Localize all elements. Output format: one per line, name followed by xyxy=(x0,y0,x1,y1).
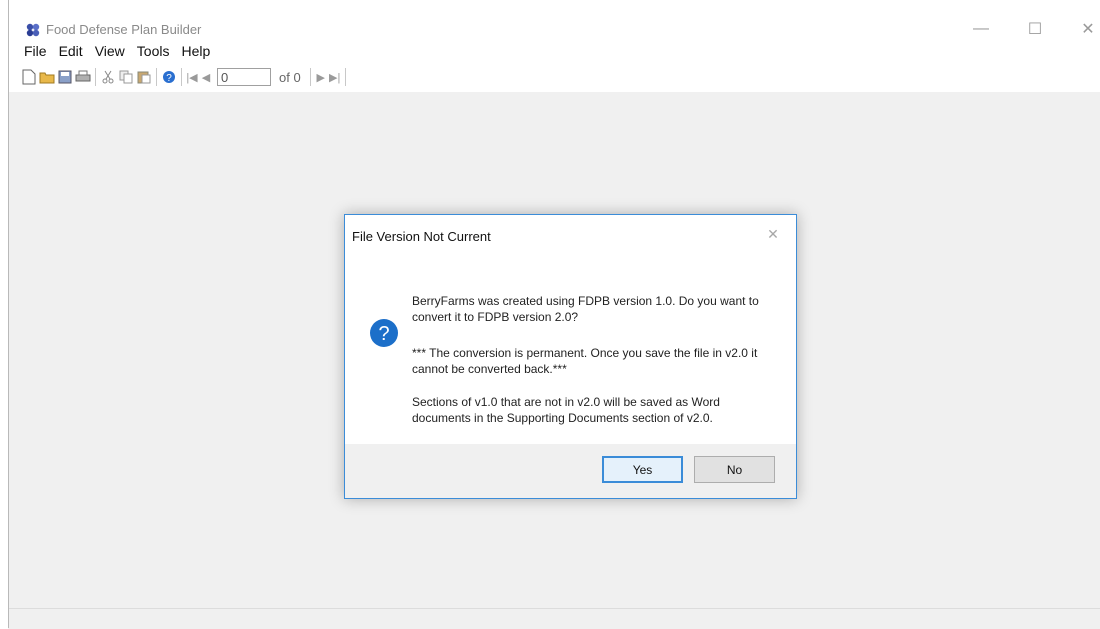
copy-icon xyxy=(119,70,133,84)
first-page-icon[interactable]: |◀ xyxy=(185,71,199,84)
print-button[interactable] xyxy=(74,68,92,86)
no-button[interactable]: No xyxy=(694,456,775,483)
window-edge xyxy=(8,0,9,628)
next-page-icon[interactable]: ▶ xyxy=(314,71,328,84)
menu-help[interactable]: Help xyxy=(175,41,216,61)
toolbar-separator xyxy=(309,68,311,86)
save-button[interactable] xyxy=(56,68,74,86)
paste-button[interactable] xyxy=(135,68,153,86)
menu-edit[interactable]: Edit xyxy=(53,41,89,61)
cut-icon xyxy=(102,70,114,84)
help-icon: ? xyxy=(163,71,175,84)
toolbar-separator xyxy=(156,68,157,86)
dialog-message-question: BerryFarms was created using FDPB versio… xyxy=(412,294,759,324)
menu-file[interactable]: File xyxy=(8,41,53,61)
print-icon xyxy=(75,70,91,82)
prev-page-icon[interactable]: ◀ xyxy=(199,71,213,84)
new-button[interactable] xyxy=(20,68,38,86)
window-title: Food Defense Plan Builder xyxy=(46,22,202,37)
close-icon: ✕ xyxy=(1081,21,1095,38)
dialog-message-info: Sections of v1.0 that are not in v2.0 wi… xyxy=(412,395,720,425)
dialog-close-button[interactable]: ✕ xyxy=(758,221,788,247)
save-icon xyxy=(58,70,72,84)
maximize-icon: ☐ xyxy=(1027,21,1043,38)
cut-button[interactable] xyxy=(99,68,117,86)
svg-text:?: ? xyxy=(378,323,389,345)
page-number-input[interactable] xyxy=(217,68,271,86)
paste-icon xyxy=(137,71,151,84)
toolbar: ? |◀ ◀ of 0 ▶ ▶| xyxy=(8,62,1100,92)
toolbar-separator xyxy=(181,68,182,86)
dialog-body: ? BerryFarms was created using FDPB vers… xyxy=(345,251,796,445)
last-page-icon[interactable]: ▶| xyxy=(328,71,342,84)
dialog-message-warning: *** The conversion is permanent. Once yo… xyxy=(412,346,758,376)
new-icon xyxy=(22,69,36,85)
dialog-title: File Version Not Current xyxy=(352,229,491,244)
copy-button[interactable] xyxy=(117,68,135,86)
menu-view[interactable]: View xyxy=(89,41,131,61)
status-bar xyxy=(8,608,1100,629)
toolbar-separator xyxy=(344,68,346,86)
file-version-dialog: File Version Not Current ✕ ? BerryFarms … xyxy=(344,214,797,499)
close-icon: ✕ xyxy=(767,225,779,242)
page-count-label: of 0 xyxy=(279,69,301,85)
title-bar[interactable]: Food Defense Plan Builder — ☐ ✕ xyxy=(8,0,1100,40)
minimize-icon: — xyxy=(973,20,989,37)
toolbar-separator xyxy=(95,68,96,86)
menu-tools[interactable]: Tools xyxy=(131,41,176,61)
app-logo-icon xyxy=(26,23,40,37)
dialog-footer: Yes No xyxy=(345,444,796,498)
yes-button[interactable]: Yes xyxy=(602,456,683,483)
open-button[interactable] xyxy=(38,68,56,86)
question-icon: ? xyxy=(370,319,398,347)
svg-text:?: ? xyxy=(166,73,172,84)
menu-bar: File Edit View Tools Help xyxy=(8,40,1100,62)
open-icon xyxy=(39,72,55,84)
help-button[interactable]: ? xyxy=(160,68,178,86)
